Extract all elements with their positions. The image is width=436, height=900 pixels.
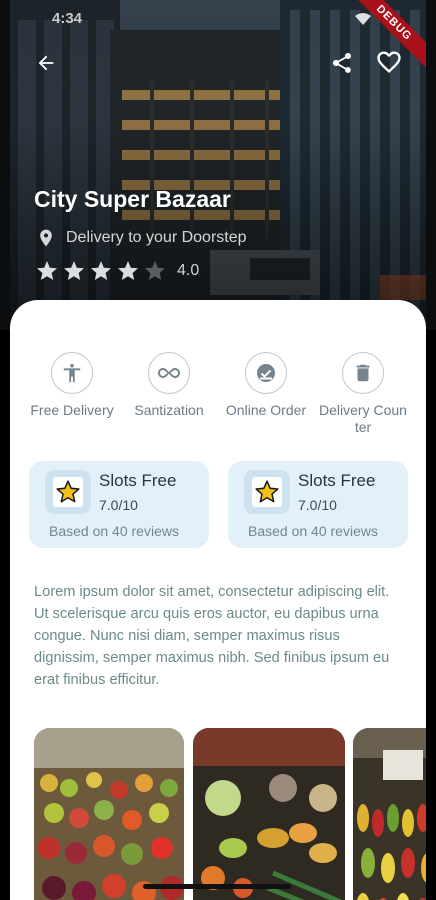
heart-outline-icon [377, 51, 401, 73]
feature-delivery-counter[interactable]: Delivery Counter [318, 352, 408, 436]
home-indicator[interactable] [143, 884, 291, 889]
rating-row: 4.0 [34, 259, 199, 283]
star-empty-icon [145, 261, 165, 280]
slot-title: Slots Free [99, 471, 177, 490]
feature-label: Delivery Counter [319, 402, 407, 435]
star-filled-icon [37, 261, 57, 280]
slot-score: 7.0/10 [99, 497, 138, 513]
gallery-image[interactable] [193, 728, 345, 900]
feature-icon-circle [342, 352, 384, 394]
fruit-stall-photo [34, 728, 184, 900]
arrow-back-icon [38, 55, 54, 71]
rating-value: 4.0 [177, 262, 200, 279]
star-filled-icon [91, 261, 111, 280]
feature-icon-circle [148, 352, 190, 394]
slot-icon-box [244, 470, 290, 514]
slot-icon-tile [252, 477, 282, 507]
feature-santization[interactable]: Santization [124, 352, 214, 419]
delivery-text: Delivery to your Doorstep [66, 229, 247, 246]
store-description: Lorem ipsum dolor sit amet, consectetur … [34, 584, 390, 688]
check-badge-icon [257, 364, 275, 382]
screen-edge-right [426, 0, 436, 330]
star-icon [56, 480, 80, 503]
trash-icon [356, 364, 370, 382]
feature-label: Santization [134, 402, 204, 418]
slot-reviews: Based on 40 reviews [49, 523, 179, 539]
infinity-icon [158, 368, 180, 378]
feature-online-order[interactable]: Online Order [221, 352, 311, 419]
slot-score: 7.0/10 [298, 497, 337, 513]
back-button[interactable] [32, 49, 60, 77]
details-sheet: Free Delivery Santization Online Order D… [10, 300, 426, 900]
accessibility-icon [63, 363, 81, 383]
favorite-button[interactable] [375, 48, 403, 76]
slot-card[interactable]: Slots Free 7.0/10 Based on 40 reviews [29, 461, 209, 548]
share-icon [333, 53, 351, 73]
status-bar-time: 4:34 [52, 10, 83, 27]
screen-edge-left [0, 0, 10, 330]
store-name: City Super Bazaar [34, 186, 231, 212]
gallery-image[interactable] [34, 728, 184, 900]
delivery-info: Delivery to your Doorstep [36, 226, 247, 250]
slot-card[interactable]: Slots Free 7.0/10 Based on 40 reviews [228, 461, 408, 548]
slot-reviews: Based on 40 reviews [248, 523, 378, 539]
produce-stand-photo [353, 728, 426, 900]
star-filled-icon [64, 261, 84, 280]
feature-label: Free Delivery [30, 402, 114, 418]
gallery-image[interactable] [353, 728, 426, 900]
feature-icon-circle [51, 352, 93, 394]
slot-icon-tile [53, 477, 83, 507]
feature-free-delivery[interactable]: Free Delivery [27, 352, 117, 419]
star-icon [255, 480, 279, 503]
slot-title: Slots Free [298, 471, 376, 490]
wifi-icon [355, 13, 371, 25]
feature-label: Online Order [225, 402, 307, 418]
vegetable-market-photo [193, 728, 345, 900]
star-filled-icon [118, 261, 138, 280]
share-button[interactable] [328, 49, 356, 77]
slot-icon-box [45, 470, 91, 514]
feature-icon-circle [245, 352, 287, 394]
location-pin-icon [40, 229, 52, 247]
